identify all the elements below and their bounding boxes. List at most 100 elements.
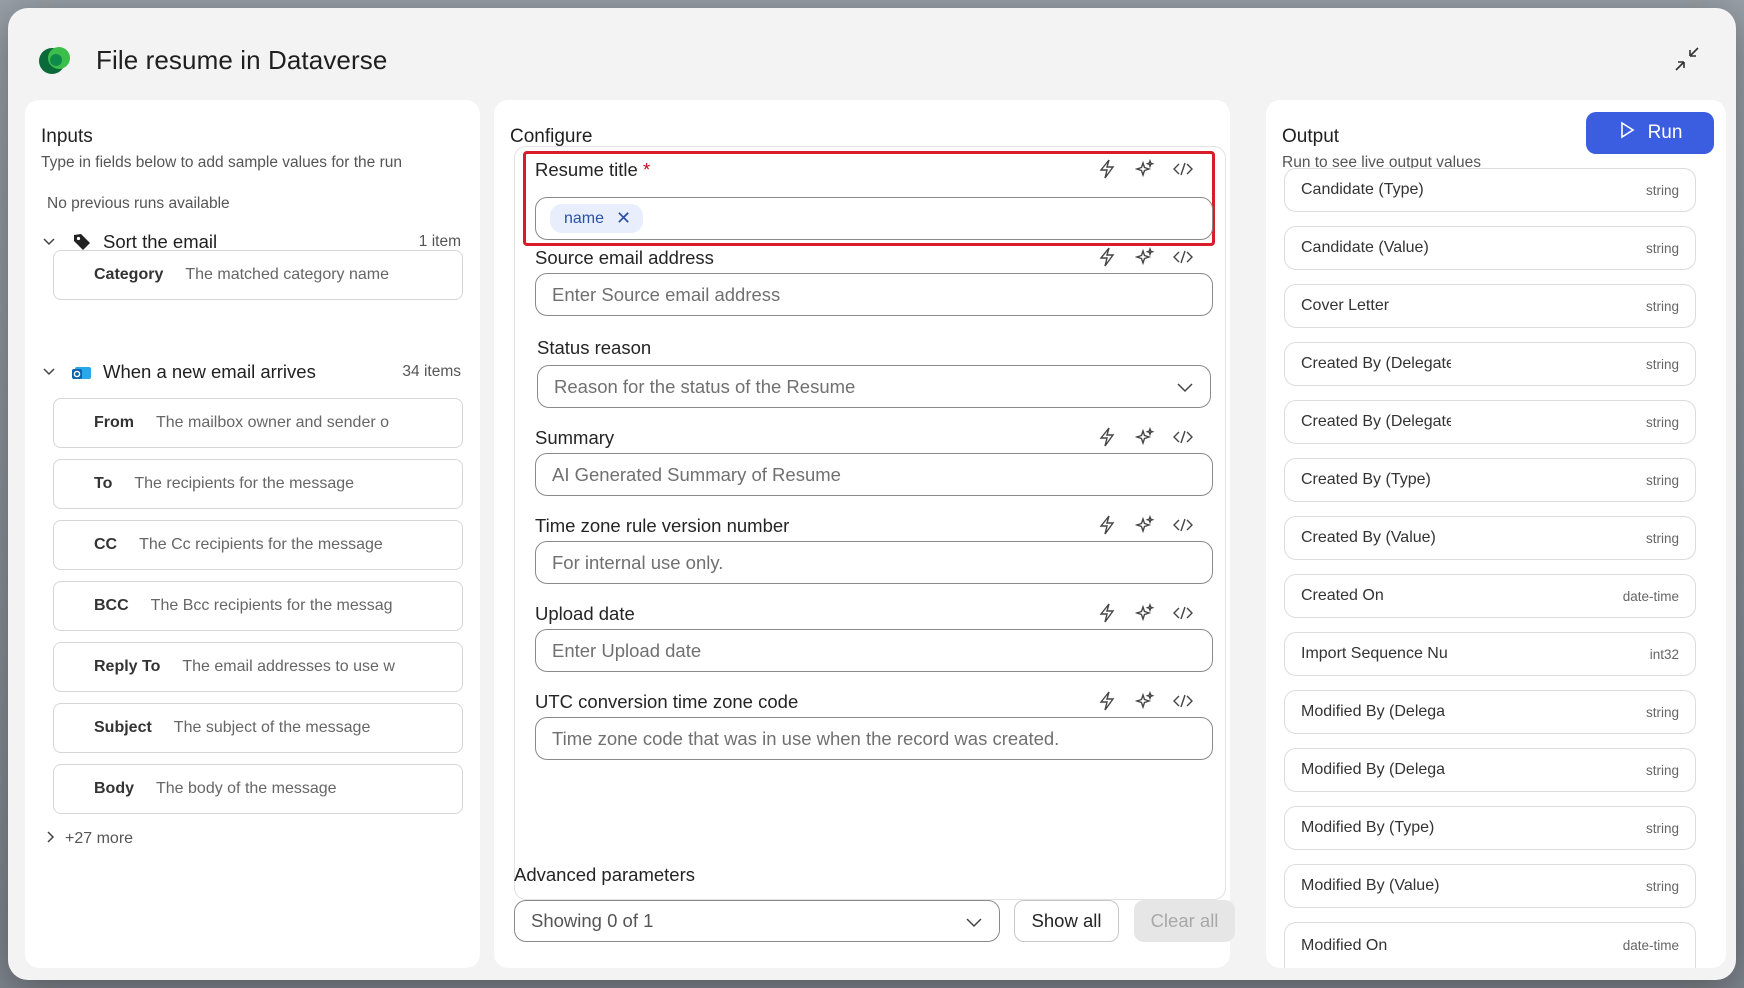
configure-title: Configure (510, 126, 593, 147)
output-row[interactable]: Created By (Delegate string (1284, 400, 1696, 444)
show-more-link[interactable]: +27 more (47, 830, 133, 848)
output-type: string (1645, 298, 1679, 314)
remove-token-icon[interactable]: ✕ (616, 208, 631, 229)
output-name: Modified By (Delega (1301, 703, 1446, 720)
output-row[interactable]: Modified By (Type) string (1284, 806, 1696, 850)
input-field-category[interactable]: Category The matched category name (53, 250, 463, 300)
play-icon (1618, 121, 1636, 145)
output-type: string (1645, 240, 1679, 256)
resume-title-input[interactable]: name ✕ (535, 197, 1213, 240)
section-new-email[interactable]: When a new email arrives 34 items (43, 357, 473, 387)
output-name: Candidate (Type) (1301, 181, 1424, 198)
field-label: Resume title * (535, 159, 651, 180)
output-name: Import Sequence Nu (1301, 645, 1448, 662)
section-label: When a new email arrives (103, 361, 316, 382)
field-label: UTC conversion time zone code (535, 691, 799, 712)
show-all-button[interactable]: Show all (1014, 900, 1119, 942)
field-label: CC (94, 536, 118, 553)
field-label: Subject (94, 719, 152, 736)
clear-all-button[interactable]: Clear all (1134, 900, 1235, 942)
sparkle-icon[interactable] (1135, 603, 1155, 623)
sparkle-icon[interactable] (1135, 159, 1155, 179)
output-row[interactable]: Created By (Delegate string (1284, 342, 1696, 386)
token-label: name (564, 209, 605, 227)
sparkle-icon[interactable] (1135, 427, 1155, 447)
lightning-icon[interactable] (1097, 427, 1117, 447)
collapse-arrows-icon[interactable] (1672, 44, 1702, 74)
output-row[interactable]: Cover Letter string (1284, 284, 1696, 328)
run-button[interactable]: Run (1586, 112, 1714, 154)
output-row[interactable]: Modified By (Delega string (1284, 690, 1696, 734)
sparkle-icon[interactable] (1135, 515, 1155, 535)
code-icon[interactable] (1173, 515, 1193, 535)
output-row[interactable]: Modified On date-time (1284, 922, 1696, 968)
chevron-right-icon (47, 830, 55, 848)
output-name: Cover Letter (1301, 297, 1390, 314)
input-field-body[interactable]: Body The body of the message (53, 764, 463, 814)
section-count: 34 items (402, 363, 461, 380)
summary-input[interactable]: AI Generated Summary of Resume (535, 453, 1213, 496)
code-icon[interactable] (1173, 247, 1193, 267)
lightning-icon[interactable] (1097, 603, 1117, 623)
output-row[interactable]: Modified By (Delega string (1284, 748, 1696, 792)
field-placeholder: The body of the message (156, 780, 337, 797)
field-label: Upload date (535, 603, 635, 624)
sparkle-icon[interactable] (1135, 247, 1155, 267)
section-count: 1 item (418, 233, 461, 250)
input-placeholder: For internal use only. (552, 551, 724, 573)
lightning-icon[interactable] (1097, 247, 1117, 267)
output-name: Created By (Value) (1301, 529, 1436, 546)
output-type: string (1645, 414, 1679, 430)
field-label: Category (94, 266, 164, 283)
status-reason-dropdown[interactable]: Reason for the status of the Resume (537, 365, 1211, 408)
input-field-cc[interactable]: CC The Cc recipients for the message (53, 520, 463, 570)
field-placeholder: The Cc recipients for the message (139, 536, 383, 553)
output-row[interactable]: Candidate (Value) string (1284, 226, 1696, 270)
output-name: Created By (Delegate (1301, 413, 1451, 430)
field-label: Time zone rule version number (535, 515, 790, 536)
output-name: Modified On (1301, 936, 1388, 954)
time-zone-rule-input[interactable]: For internal use only. (535, 541, 1213, 584)
output-type: string (1645, 704, 1679, 720)
output-panel: Output Run to see live output values Run… (1266, 100, 1726, 968)
code-icon[interactable] (1173, 159, 1193, 179)
field-label: Body (94, 780, 134, 797)
input-field-from[interactable]: From The mailbox owner and sender o (53, 398, 463, 448)
utc-conversion-input[interactable]: Time zone code that was in use when the … (535, 717, 1213, 760)
field-label: Status reason (537, 337, 652, 358)
output-type: string (1645, 820, 1679, 836)
outlook-icon (71, 361, 93, 383)
lightning-icon[interactable] (1097, 691, 1117, 711)
output-row[interactable]: Created By (Type) string (1284, 458, 1696, 502)
code-icon[interactable] (1173, 603, 1193, 623)
dataverse-logo-icon (36, 41, 74, 79)
output-type: string (1645, 356, 1679, 372)
output-row[interactable]: Created On date-time (1284, 574, 1696, 618)
field-label: Source email address (535, 247, 714, 268)
lightning-icon[interactable] (1097, 515, 1117, 535)
field-label: BCC (94, 597, 129, 614)
lightning-icon[interactable] (1097, 159, 1117, 179)
output-name: Created By (Type) (1301, 471, 1431, 488)
more-label: +27 more (65, 830, 134, 847)
source-email-input[interactable]: Enter Source email address (535, 273, 1213, 316)
field-label: Reply To (94, 658, 161, 675)
input-field-to[interactable]: To The recipients for the message (53, 459, 463, 509)
input-field-subject[interactable]: Subject The subject of the message (53, 703, 463, 753)
output-row[interactable]: Import Sequence Nu int32 (1284, 632, 1696, 676)
code-icon[interactable] (1173, 691, 1193, 711)
inputs-title: Inputs (41, 126, 93, 147)
code-icon[interactable] (1173, 427, 1193, 447)
upload-date-input[interactable]: Enter Upload date (535, 629, 1213, 672)
input-placeholder: AI Generated Summary of Resume (552, 463, 841, 485)
sparkle-icon[interactable] (1135, 691, 1155, 711)
output-row[interactable]: Created By (Value) string (1284, 516, 1696, 560)
inputs-panel: Inputs Type in fields below to add sampl… (25, 100, 480, 968)
required-marker: * (642, 159, 651, 180)
advanced-parameters-dropdown[interactable]: Showing 0 of 1 (514, 900, 1000, 942)
input-field-reply-to[interactable]: Reply To The email addresses to use w (53, 642, 463, 692)
output-row[interactable]: Modified By (Value) string (1284, 864, 1696, 908)
input-field-bcc[interactable]: BCC The Bcc recipients for the messag (53, 581, 463, 631)
output-row[interactable]: Candidate (Type) string (1284, 168, 1696, 212)
field-placeholder: The recipients for the message (134, 475, 355, 492)
